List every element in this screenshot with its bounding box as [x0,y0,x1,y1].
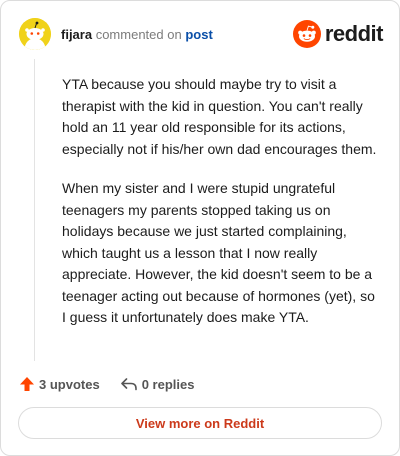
byline-action: commented on [95,27,182,42]
reply-count: 0 replies [141,376,195,392]
comment-paragraph: When my sister and I were stupid ungrate… [62,180,375,325]
thread-line [34,59,35,361]
comment-body: YTA because you should maybe try to visi… [62,74,380,347]
reddit-wordmark: reddit [324,21,384,46]
reply-button[interactable]: 0 replies [120,376,195,392]
upvote-button[interactable]: 3 upvotes [19,376,100,392]
comment-byline: fijara commented on post [61,27,213,43]
reddit-snoo-icon [292,20,321,48]
comment-embed-card: fijara commented on post reddit YTA beca… [0,0,400,456]
author-username[interactable]: fijara [61,27,92,42]
reply-arrow-icon [120,378,137,391]
reddit-logo[interactable]: reddit [292,20,384,48]
view-more-button[interactable]: View more on Reddit [18,407,382,439]
upvote-count: 3 upvotes [39,376,100,392]
upvote-arrow-icon [20,377,34,391]
avatar[interactable] [19,18,51,50]
comment-paragraph: YTA because you should maybe try to visi… [62,76,377,157]
snoo-avatar-icon [19,18,51,50]
comment-actions: 3 upvotes 0 replies [19,373,214,395]
comment-header: fijara commented on post reddit [19,18,384,52]
post-link[interactable]: post [185,27,212,42]
